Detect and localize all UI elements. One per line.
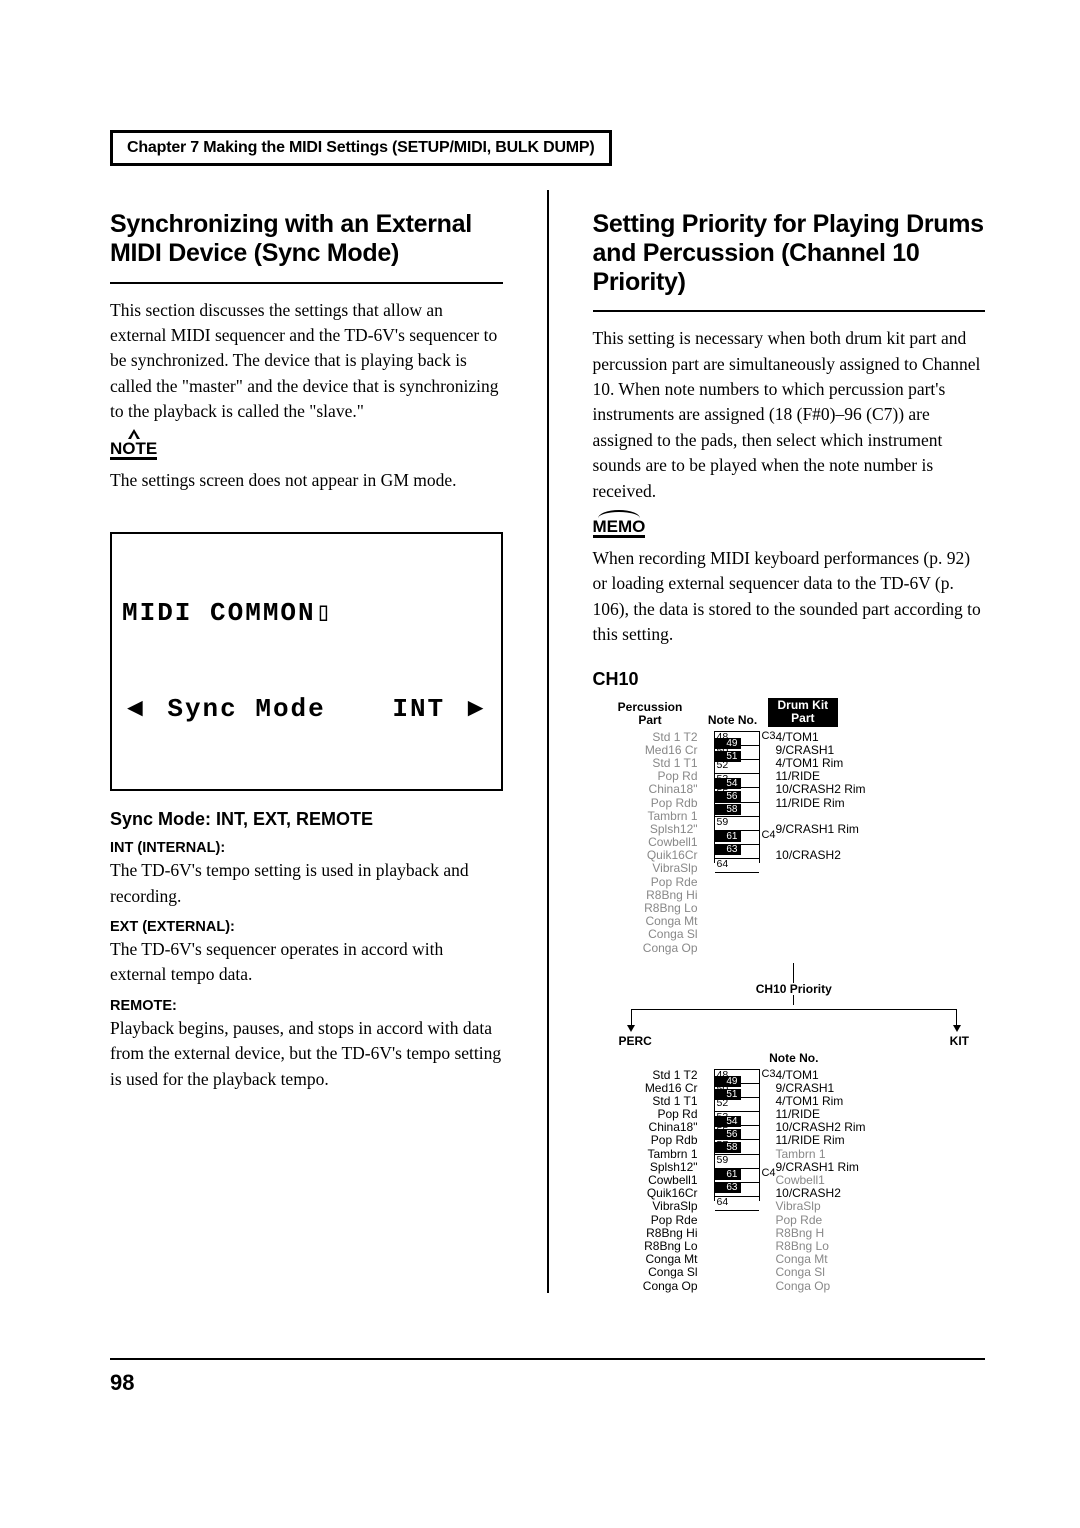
list-item: Conga Sl (603, 928, 698, 941)
note-icon: NOTE (110, 438, 157, 460)
footer-rule (110, 1358, 985, 1360)
list-item: 11/RIDE Rim (776, 1134, 986, 1147)
list-item: 11/RIDE Rim (776, 797, 986, 810)
list-item (776, 810, 986, 823)
list-item: Conga Sl (776, 1266, 986, 1279)
page-number: 98 (110, 1370, 134, 1396)
list-item: Conga Op (776, 1280, 986, 1293)
ch10-label: CH10 (593, 669, 986, 690)
sync-mode-heading: Sync Mode: INT, EXT, REMOTE (110, 809, 503, 830)
list-item: Conga Sl (603, 1266, 698, 1279)
left-heading: Synchronizing with an External MIDI Devi… (110, 210, 503, 268)
list-item: Tambrn 1 (603, 810, 698, 823)
list-item: R8Bng H (776, 1227, 986, 1240)
hdr-drumkit: Drum Kit Part (768, 698, 839, 726)
right-heading: Setting Priority for Playing Drums and P… (593, 210, 986, 296)
list-item: VibraSlp (776, 1200, 986, 1213)
list-item: 10/CRASH2 Rim (776, 783, 986, 796)
ext-body: The TD-6V's sequencer operates in accord… (110, 937, 503, 988)
list-item: VibraSlp (603, 1200, 698, 1213)
list-item: Tambrn 1 (776, 1148, 986, 1161)
kit-branch: KIT (950, 1035, 969, 1048)
list-item: Std 1 T2 (603, 731, 698, 744)
int-title: INT (INTERNAL): (110, 840, 503, 856)
list-item: 9/CRASH1 (776, 744, 986, 757)
hdr-noteno2: Note No. (603, 1052, 986, 1065)
list-item: Tambrn 1 (603, 1148, 698, 1161)
list-item: 9/CRASH1 Rim (776, 823, 986, 836)
left-intro: This section discusses the settings that… (110, 298, 503, 425)
lcd-value: INT (392, 694, 445, 724)
list-item: Pop Rdb (603, 1134, 698, 1147)
list-item: Conga Op (603, 942, 698, 955)
list-item: China18" (603, 783, 698, 796)
list-item: R8Bng Hi (603, 1227, 698, 1240)
remote-body: Playback begins, pauses, and stops in ac… (110, 1016, 503, 1092)
list-item: 4/TOM1 (776, 1069, 986, 1082)
list-item: Med16 Cr (603, 1082, 698, 1095)
memo-icon: MEMO (593, 516, 646, 538)
right-intro: This setting is necessary when both drum… (593, 326, 986, 504)
lcd-sync-mode: Sync Mode (167, 694, 325, 724)
hdr-noteno: Note No. (698, 714, 768, 727)
left-column: Synchronizing with an External MIDI Devi… (110, 210, 503, 1293)
list-item: VibraSlp (603, 862, 698, 875)
hdr-percussion: Percussion Part (603, 701, 698, 726)
ch10-diagram: Percussion Part Note No. Drum Kit Part S… (603, 698, 986, 1292)
list-item: 9/CRASH1 (776, 1082, 986, 1095)
priority-label: CH10 Priority (756, 983, 832, 996)
lcd-display: MIDI COMMON▯ ◄ Sync Mode INT ► (110, 532, 503, 792)
list-item: Med16 Cr (603, 744, 698, 757)
lcd-line1: MIDI COMMON▯ (122, 598, 491, 629)
list-item: Pop Rde (603, 876, 698, 889)
list-item: 4/TOM1 (776, 731, 986, 744)
perc-branch: PERC (619, 1035, 652, 1048)
int-body: The TD-6V's tempo setting is used in pla… (110, 858, 503, 909)
list-item: Std 1 T2 (603, 1069, 698, 1082)
list-item: Pop Rde (603, 1214, 698, 1227)
list-item: 10/CRASH2 (776, 849, 986, 862)
right-column: Setting Priority for Playing Drums and P… (593, 210, 986, 1293)
list-item: Pop Rdb (603, 797, 698, 810)
list-item: Pop Rde (776, 1214, 986, 1227)
ext-title: EXT (EXTERNAL): (110, 919, 503, 935)
list-item: Conga Op (603, 1280, 698, 1293)
remote-title: REMOTE: (110, 998, 503, 1014)
note-text: The settings screen does not appear in G… (110, 468, 503, 493)
memo-text: When recording MIDI keyboard performance… (593, 546, 986, 648)
chapter-header: Chapter 7 Making the MIDI Settings (SETU… (110, 130, 612, 166)
